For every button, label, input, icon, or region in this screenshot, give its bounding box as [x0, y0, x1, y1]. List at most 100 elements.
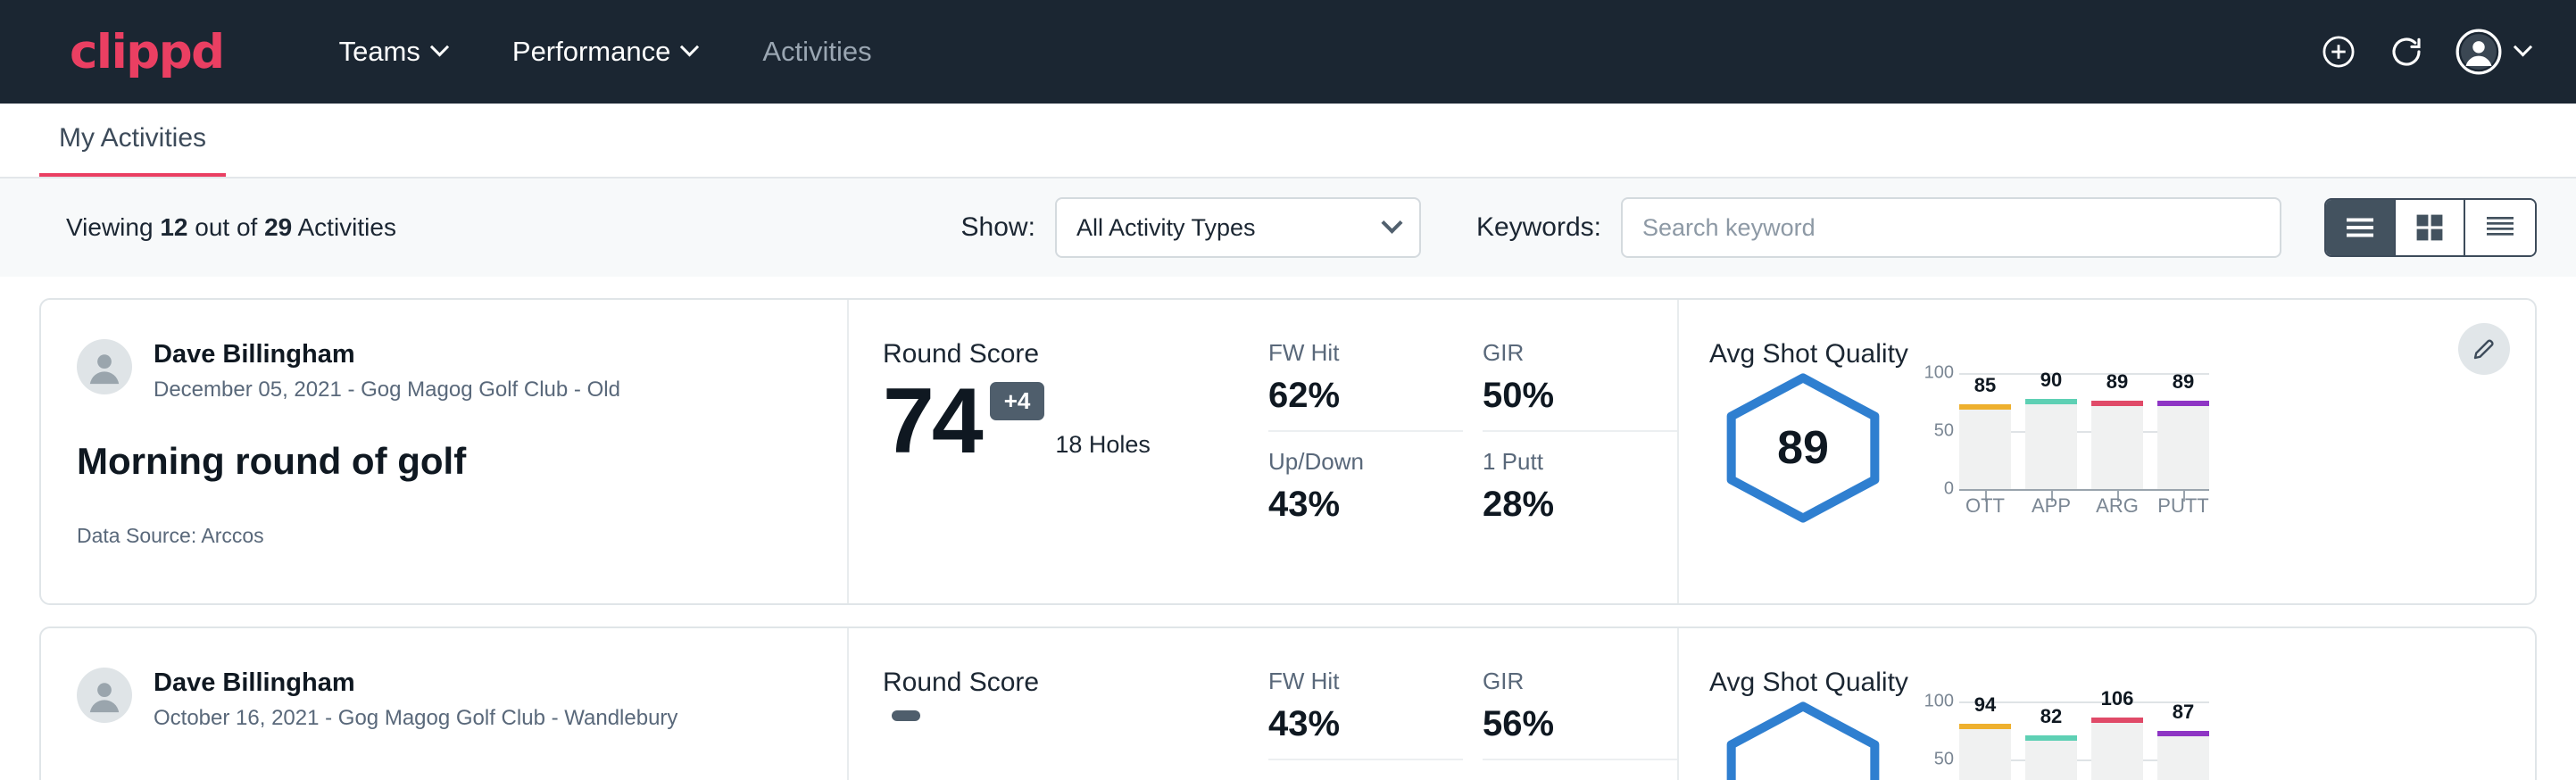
stat-one-putt-label: 1 Putt: [1483, 448, 1656, 476]
x-axis-tick-label: PUTT: [2157, 494, 2209, 518]
tab-my-activities-label: My Activities: [59, 123, 206, 153]
account-avatar-icon: [2456, 29, 2502, 75]
activity-type-select-value: All Activity Types: [1076, 214, 1256, 242]
nav-item-activities-label: Activities: [762, 36, 871, 68]
viewing-total: 29: [264, 213, 292, 241]
stat-fw-hit: FW Hit 62%: [1268, 339, 1463, 432]
stat-gir-label: GIR: [1483, 339, 1656, 367]
stat-one-putt-value: 28%: [1483, 485, 1656, 525]
account-menu[interactable]: [2456, 29, 2530, 75]
activity-meta: October 16, 2021 - Gog Magog Golf Club -…: [154, 706, 677, 731]
shot-quality-bar-chart: 05010085908989OTTAPPARGPUTT: [1915, 373, 2209, 489]
round-score-column: Round Score 74 +4 18 Holes: [849, 300, 1268, 603]
chart-bar: [2091, 401, 2143, 490]
nav-item-teams[interactable]: Teams: [306, 36, 479, 68]
view-mode-list-button[interactable]: [2326, 200, 2396, 255]
y-axis-tick-label: 50: [1934, 750, 1954, 770]
filter-bar: Viewing 12 out of 29 Activities Show: Al…: [0, 178, 2576, 277]
plus-circle-icon[interactable]: [2320, 33, 2357, 71]
filter-controls: Show: All Activity Types Keywords:: [961, 197, 2537, 258]
nav-item-activities[interactable]: Activities: [729, 36, 904, 68]
score-to-par-badge: +4: [990, 382, 1045, 420]
nav-item-performance[interactable]: Performance: [479, 36, 729, 68]
top-navigation-bar: clippd Teams Performance Activities: [0, 0, 2576, 104]
activity-card-list: Dave Billingham December 05, 2021 - Gog …: [0, 298, 2576, 780]
tab-my-activities[interactable]: My Activities: [39, 123, 226, 177]
view-mode-compact-button[interactable]: [2465, 200, 2535, 255]
y-axis-tick-label: 50: [1934, 421, 1954, 442]
activity-meta: December 05, 2021 - Gog Magog Golf Club …: [154, 378, 620, 402]
stat-fw-hit-value: 62%: [1268, 376, 1442, 416]
grid-view-icon: [2414, 213, 2445, 242]
viewing-summary: Viewing 12 out of 29 Activities: [66, 213, 396, 242]
search-input[interactable]: [1621, 197, 2281, 258]
chart-bar-value-label: 82: [2025, 705, 2077, 728]
tab-bar: My Activities: [0, 104, 2576, 178]
activity-author: Dave Billingham October 16, 2021 - Gog M…: [77, 668, 811, 731]
round-score-value-row: 74 +4 18 Holes: [883, 375, 1268, 468]
chart-plot-area: 85908989: [1959, 373, 2209, 489]
y-axis-tick-label: 100: [1924, 692, 1954, 712]
round-score-label: Round Score: [883, 668, 1268, 698]
shot-quality-bar-chart: 050100948210687OTTAPPARGPUTT: [1915, 701, 2209, 780]
activity-summary-column: Dave Billingham December 05, 2021 - Gog …: [41, 300, 849, 603]
y-axis-tick-label: 0: [1944, 479, 1954, 500]
round-score-label: Round Score: [883, 339, 1268, 369]
round-score-column: Round Score: [849, 628, 1268, 780]
chart-bar: [2157, 401, 2209, 490]
view-mode-grid-button[interactable]: [2396, 200, 2465, 255]
chart-bar: [1959, 724, 2011, 780]
avg-shot-quality-label: Avg Shot Quality: [1709, 339, 2535, 369]
activity-summary-column: Dave Billingham October 16, 2021 - Gog M…: [41, 628, 849, 780]
stat-up-down-value: 43%: [1268, 485, 1442, 525]
avg-shot-quality-body: 050100948210687OTTAPPARGPUTT: [1709, 701, 2535, 780]
chart-bar: [2025, 735, 2077, 780]
activity-data-source: Data Source: Arccos: [77, 524, 811, 548]
chart-bar-value-label: 90: [2025, 369, 2077, 392]
viewing-mid: out of: [187, 213, 264, 241]
chart-y-axis: 050100: [1915, 373, 1954, 489]
activity-title: Morning round of golf: [77, 440, 811, 483]
avg-shot-quality-hexagon: 89: [1709, 373, 1897, 523]
chart-y-axis: 050100: [1915, 701, 1954, 780]
edit-activity-button[interactable]: [2458, 323, 2510, 375]
round-score-value-row: [883, 703, 1268, 721]
stat-gir-value: 50%: [1483, 376, 1656, 416]
clippd-logo[interactable]: clippd: [70, 25, 224, 79]
stat-fw-hit: FW Hit 43%: [1268, 668, 1463, 760]
stat-up-down-label: Up/Down: [1268, 448, 1442, 476]
y-axis-tick-label: 100: [1924, 363, 1954, 384]
stat-one-putt: 1 Putt 28%: [1483, 448, 1677, 525]
chart-bar-slot: 85: [1959, 373, 2011, 489]
x-axis-tick-label: OTT: [1959, 494, 2011, 518]
nav-item-teams-label: Teams: [339, 36, 420, 68]
chart-bar-slot: 89: [2157, 373, 2209, 489]
stat-gir: GIR 50%: [1483, 339, 1677, 432]
chart-bars: 948210687: [1959, 701, 2209, 780]
avg-shot-quality-hexagon: [1709, 701, 1897, 780]
chart-bar-value-label: 87: [2157, 701, 2209, 724]
holes-played: 18 Holes: [1055, 431, 1151, 468]
activity-author: Dave Billingham December 05, 2021 - Gog …: [77, 339, 811, 402]
avg-shot-quality-body: 89 05010085908989OTTAPPARGPUTT: [1709, 373, 2535, 523]
chart-bar: [2025, 399, 2077, 489]
activity-card[interactable]: Dave Billingham October 16, 2021 - Gog M…: [39, 626, 2537, 780]
list-view-icon: [2344, 215, 2376, 240]
stat-fw-hit-value: 43%: [1268, 704, 1442, 744]
avatar: [77, 339, 132, 394]
stat-fw-hit-label: FW Hit: [1268, 339, 1442, 367]
chart-plot-area: 948210687: [1959, 701, 2209, 780]
author-text: Dave Billingham December 05, 2021 - Gog …: [154, 339, 620, 402]
x-axis-tick-label: APP: [2025, 494, 2077, 518]
view-mode-toggle: [2324, 198, 2537, 257]
stat-gir-label: GIR: [1483, 668, 1656, 695]
keyword-filter: Keywords:: [1476, 197, 2281, 258]
chevron-down-icon: [430, 37, 449, 56]
avatar: [77, 668, 132, 723]
activity-card[interactable]: Dave Billingham December 05, 2021 - Gog …: [39, 298, 2537, 605]
x-axis-tick-label: ARG: [2091, 494, 2143, 518]
refresh-icon[interactable]: [2388, 33, 2425, 71]
chart-bar-slot: 89: [2091, 373, 2143, 489]
activity-type-select[interactable]: All Activity Types: [1055, 197, 1421, 258]
chart-bar: [2157, 731, 2209, 780]
